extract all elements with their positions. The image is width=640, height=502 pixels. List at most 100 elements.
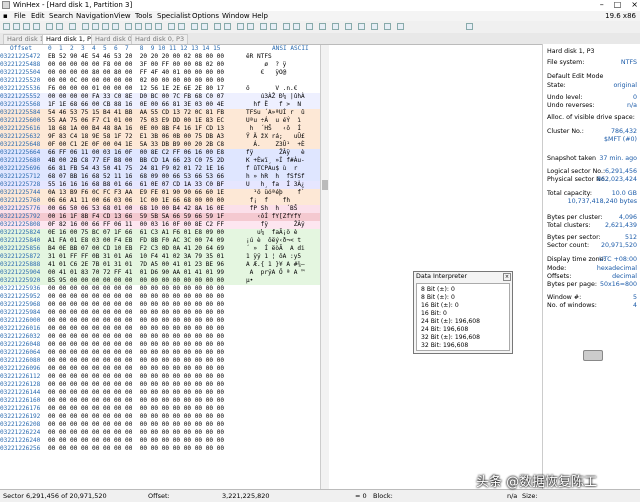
row-hex-bytes[interactable]: F6 00 00 00 01 00 00 00 12 56 1E 2E 6E 2…	[48, 85, 243, 92]
row-ascii[interactable]: A Æ.{ 1 }¥ A #¾–	[246, 261, 318, 268]
row-hex-bytes[interactable]: 00 00 00 00 00 00 00 00 00 00 00 00 00 0…	[48, 293, 243, 300]
hex-row[interactable]: 03221226176 00 00 00 00 00 00 00 00 00 00…	[0, 405, 320, 413]
find-text-icon[interactable]	[125, 23, 132, 30]
hex-row[interactable]: 03221225648 0F 00 C1 2E 0F 00 04 1E 5A 33…	[0, 141, 320, 149]
row-ascii[interactable]	[246, 437, 318, 444]
row-ascii[interactable]	[246, 365, 318, 372]
row-hex-bytes[interactable]: 00 00 00 00 00 00 00 00 00 00 00 00 00 0…	[48, 389, 243, 396]
menu-edit[interactable]: Edit	[31, 12, 45, 20]
row-ascii[interactable]: h ´HŠ ‹ô Í	[246, 125, 318, 132]
row-hex-bytes[interactable]: 00 00 00 00 00 00 00 00 00 00 00 00 00 0…	[48, 285, 243, 292]
menu-view[interactable]: View	[114, 12, 131, 20]
row-hex-bytes[interactable]: 00 00 00 00 00 00 00 00 00 00 00 00 00 0…	[48, 341, 243, 348]
row-ascii[interactable]: ¹ö üóªéþ f`	[246, 189, 318, 196]
row-ascii[interactable]: € ÿO@	[246, 69, 318, 76]
goto-sector-icon[interactable]	[178, 23, 185, 30]
undo-icon[interactable]	[69, 23, 76, 30]
hex-row[interactable]: 03221225936 00 00 00 00 00 00 00 00 00 00…	[0, 285, 320, 293]
row-ascii[interactable]	[246, 341, 318, 348]
row-ascii[interactable]	[246, 389, 318, 396]
hex-row[interactable]: 03221225872 31 01 FF FF 0B 31 01 A6 10 F4…	[0, 253, 320, 261]
row-hex-bytes[interactable]: 00 00 00 00 00 00 00 00 00 00 00 00 00 0…	[48, 365, 243, 372]
row-ascii[interactable]	[246, 301, 318, 308]
close-icon[interactable]: ×	[503, 273, 511, 281]
view-text-icon[interactable]	[319, 23, 326, 30]
row-ascii[interactable]	[246, 421, 318, 428]
row-ascii[interactable]	[246, 445, 318, 452]
properties-icon[interactable]	[46, 23, 53, 30]
bookmark-icon[interactable]	[306, 23, 313, 30]
row-ascii[interactable]: u¼ faÃ¡ö è	[246, 229, 318, 236]
row-ascii[interactable]	[246, 293, 318, 300]
row-ascii[interactable]: Ÿ Ä žX rá; uÛ£	[246, 133, 318, 140]
maximize-icon[interactable]: □	[614, 0, 622, 9]
row-ascii[interactable]: fÿ ŽÂÿ è	[246, 149, 318, 156]
row-hex-bytes[interactable]: 0E 16 00 75 BC 07 1F 66 61 C3 A1 F6 01 E…	[48, 229, 243, 236]
row-ascii[interactable]	[246, 397, 318, 404]
row-ascii[interactable]	[246, 357, 318, 364]
hex-row[interactable]: 03221225824 0E 16 00 75 BC 07 1F 66 61 C3…	[0, 229, 320, 237]
hex-row[interactable]: 03221225952 00 00 00 00 00 00 00 00 00 00…	[0, 293, 320, 301]
hex-row[interactable]: 03221226032 00 00 00 00 00 00 00 00 00 00…	[0, 333, 320, 341]
row-hex-bytes[interactable]: 54 46 53 75 15 B4 41 BB AA 55 CD 13 72 0…	[48, 109, 243, 116]
row-hex-bytes[interactable]: 66 FF 06 11 00 03 16 0F 00 8E C2 FF 06 1…	[48, 149, 243, 156]
row-ascii[interactable]: Uªu ÷Á u éÝ ì	[246, 117, 318, 124]
hex-row[interactable]: 03221225632 9F 83 C4 18 9E 58 1F 72 E1 3B…	[0, 133, 320, 141]
row-ascii[interactable]	[246, 285, 318, 292]
hex-row[interactable]: 03221225744 0A 13 B9 F6 0C FC F3 AA E9 FE…	[0, 189, 320, 197]
row-hex-bytes[interactable]: A1 FA 01 E8 03 00 F4 EB FD 8B F0 AC 3C 0…	[48, 237, 243, 244]
hex-row[interactable]: 03221226192 00 00 00 00 00 00 00 00 00 00…	[0, 413, 320, 421]
calculator-icon[interactable]	[191, 23, 198, 30]
script-icon[interactable]	[358, 23, 365, 30]
row-ascii[interactable]	[246, 429, 318, 436]
row-hex-bytes[interactable]: 18 68 1A 00 B4 48 8A 16 0E 00 8B F4 16 1…	[48, 125, 243, 132]
row-hex-bytes[interactable]: 00 00 00 00 00 00 00 00 00 00 00 00 00 0…	[48, 357, 243, 364]
row-ascii[interactable]: ‹ôÍ fY[ZfYfY	[246, 213, 318, 220]
row-ascii[interactable]: ø ? ÿ	[246, 61, 318, 68]
menu-navigation[interactable]: Navigation	[76, 12, 114, 20]
row-hex-bytes[interactable]: 00 00 00 00 00 00 00 00 00 00 00 00 00 0…	[48, 301, 243, 308]
row-ascii[interactable]: fP Sh h ´BŠ	[246, 205, 318, 212]
row-hex-bytes[interactable]: 00 00 00 00 00 00 00 00 00 00 00 00 00 0…	[48, 413, 243, 420]
help-icon[interactable]	[397, 23, 404, 30]
row-hex-bytes[interactable]: 00 16 1F 8B F4 CD 13 66 59 5B 5A 66 59 6…	[48, 213, 243, 220]
hex-row[interactable]: 03221226144 00 00 00 00 00 00 00 00 00 00…	[0, 389, 320, 397]
hex-row[interactable]: 03221226112 00 00 00 00 00 00 00 00 00 00…	[0, 373, 320, 381]
row-hex-bytes[interactable]: 00 00 0C 00 00 00 00 00 02 00 00 00 00 0…	[48, 77, 243, 84]
row-ascii[interactable]	[246, 333, 318, 340]
row-ascii[interactable]	[246, 77, 318, 84]
scrollbar-thumb[interactable]	[322, 180, 328, 190]
hex-row[interactable]: 03221226256 00 00 00 00 00 00 00 00 00 00…	[0, 445, 320, 453]
row-hex-bytes[interactable]: 41 01 C6 2E 7B 01 31 01 7D A5 00 41 01 2…	[48, 261, 243, 268]
goto-offset-icon[interactable]	[168, 23, 175, 30]
row-hex-bytes[interactable]: 00 00 00 00 00 00 00 00 00 00 00 00 00 0…	[48, 381, 243, 388]
hex-row[interactable]: 03221225728 55 16 16 16 68 B8 01 66 61 0E…	[0, 181, 320, 189]
info-icon[interactable]	[345, 23, 352, 30]
hex-row[interactable]: 03221225584 54 46 53 75 15 B4 41 BB AA 55…	[0, 109, 320, 117]
hex-row[interactable]: 03221225488 00 00 00 00 00 F8 00 00 3F 00…	[0, 61, 320, 69]
row-hex-bytes[interactable]: 9F 83 C4 18 9E 58 1F 72 E1 3B 06 0B 00 7…	[48, 133, 243, 140]
open-file-icon[interactable]	[13, 23, 20, 30]
row-hex-bytes[interactable]: 55 16 16 16 68 B8 01 66 61 0E 07 CD 1A 3…	[48, 181, 243, 188]
row-hex-bytes[interactable]: 00 00 00 00 00 00 00 00 00 00 00 00 00 0…	[48, 437, 243, 444]
row-hex-bytes[interactable]: B5 95 00 00 00 00 00 00 00 00 00 00 00 0…	[48, 277, 243, 284]
analyze-icon[interactable]	[371, 23, 378, 30]
row-hex-bytes[interactable]: 00 00 00 00 00 00 00 00 00 00 00 00 00 0…	[48, 325, 243, 332]
row-hex-bytes[interactable]: 00 00 00 00 00 00 00 00 00 00 00 00 00 0…	[48, 429, 243, 436]
row-ascii[interactable]: ëR NTFS	[246, 53, 318, 60]
checksum-icon[interactable]	[201, 23, 208, 30]
menu-specialist[interactable]: Specialist	[157, 12, 191, 20]
cut-icon[interactable]	[82, 23, 89, 30]
hex-row[interactable]: 03221225792 00 16 1F 8B F4 CD 13 66 59 5B…	[0, 213, 320, 221]
vertical-scrollbar[interactable]	[320, 45, 329, 489]
hex-row[interactable]: 03221225760 06 66 A1 11 00 66 03 06 1C 00…	[0, 197, 320, 205]
row-hex-bytes[interactable]: 06 66 A1 11 00 66 03 06 1C 00 1E 66 68 0…	[48, 197, 243, 204]
arrow-left-icon[interactable]	[260, 23, 267, 30]
open-disk-icon[interactable]	[56, 23, 63, 30]
row-hex-bytes[interactable]: 00 00 00 00 00 00 00 00 00 00 00 00 00 0…	[48, 333, 243, 340]
row-ascii[interactable]: Á. Z3Û¹ +È	[246, 141, 318, 148]
menu-icon[interactable]: ▪	[3, 12, 8, 20]
paste-icon[interactable]	[102, 23, 109, 30]
row-ascii[interactable]	[246, 349, 318, 356]
row-ascii[interactable]	[246, 413, 318, 420]
